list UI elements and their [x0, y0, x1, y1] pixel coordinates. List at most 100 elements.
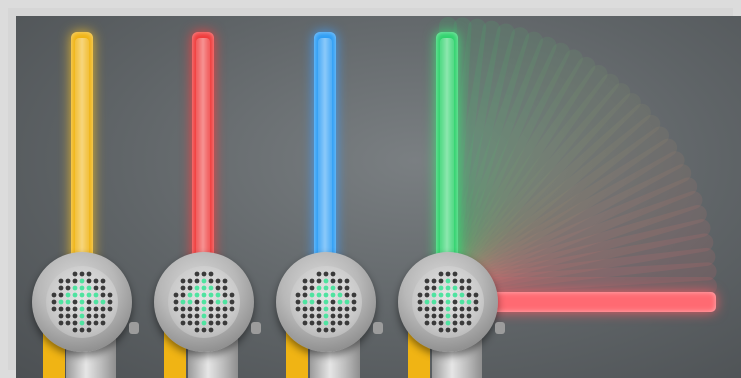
- arrow-dot-on: [323, 285, 329, 291]
- arrow-dot-on: [424, 299, 430, 305]
- arrow-dot-on: [208, 285, 214, 291]
- arrow-dot-on: [466, 299, 472, 305]
- arrow-dot-off: [86, 299, 92, 305]
- arrow-dot-off: [438, 271, 444, 277]
- arrow-dot-off: [65, 313, 71, 319]
- arrow-dot-on: [187, 292, 193, 298]
- arrow-dot-off: [330, 306, 336, 312]
- arrow-dot-on: [316, 292, 322, 298]
- arrow-dot-on: [431, 299, 437, 305]
- arrow-dot-on: [65, 299, 71, 305]
- arrow-dot-off: [302, 285, 308, 291]
- arrow-dot-off: [58, 306, 64, 312]
- arrow-dot-off: [445, 271, 451, 277]
- arrow-dot-off: [302, 278, 308, 284]
- arrow-dot-off: [222, 313, 228, 319]
- arrow-dot-on: [79, 306, 85, 312]
- arrow-dot-off: [452, 313, 458, 319]
- arrow-dot-on: [445, 299, 451, 305]
- arrow-dot-off: [107, 292, 113, 298]
- arrow-dot-on: [323, 299, 329, 305]
- arrow-dot-off: [51, 306, 57, 312]
- arrow-dot-on: [208, 292, 214, 298]
- arrow-dot-off: [438, 327, 444, 333]
- arrow-dot-on: [323, 320, 329, 326]
- arrow-dot-off: [93, 320, 99, 326]
- arrow-dot-off: [344, 306, 350, 312]
- arrow-dot-off: [330, 320, 336, 326]
- arrow-dot-off: [93, 278, 99, 284]
- arrow-dot-on: [323, 306, 329, 312]
- arrow-dot-on: [201, 320, 207, 326]
- arrow-dot-off: [72, 278, 78, 284]
- arrow-dot-off: [309, 278, 315, 284]
- arrow-dot-off: [351, 292, 357, 298]
- arrow-dot-off: [309, 320, 315, 326]
- arrow-dot-off: [344, 278, 350, 284]
- arrow-dot-off: [65, 320, 71, 326]
- arrow-dot-off: [86, 320, 92, 326]
- arrow-dot-on: [445, 313, 451, 319]
- arrow-dot-off: [316, 278, 322, 284]
- arrow-dot-off: [107, 299, 113, 305]
- arrow-dot-off: [173, 299, 179, 305]
- arrow-dot-on: [337, 299, 343, 305]
- joystick-knob-blue[interactable]: [276, 252, 376, 352]
- arrow-dot-on: [79, 278, 85, 284]
- knob-nub: [129, 322, 139, 334]
- arrow-dot-off: [309, 306, 315, 312]
- arrow-dot-on: [459, 299, 465, 305]
- arrow-dot-off: [222, 320, 228, 326]
- arrow-dot-off: [208, 327, 214, 333]
- arrow-dot-off: [215, 320, 221, 326]
- arrow-dot-off: [107, 306, 113, 312]
- arrow-dot-off: [459, 278, 465, 284]
- arrow-dot-off: [180, 313, 186, 319]
- arrow-dot-off: [222, 306, 228, 312]
- yellow-bar[interactable]: [71, 32, 93, 266]
- arrow-dot-off: [86, 278, 92, 284]
- arrow-dot-off: [337, 320, 343, 326]
- joystick-knob-red[interactable]: [154, 252, 254, 352]
- arrow-dot-off: [93, 306, 99, 312]
- arrow-dot-off: [86, 313, 92, 319]
- arrow-dot-off: [222, 285, 228, 291]
- arrow-dot-on: [86, 292, 92, 298]
- arrow-dot-off: [309, 285, 315, 291]
- red-bar[interactable]: [192, 32, 214, 266]
- arrow-dot-off: [208, 271, 214, 277]
- arrow-dot-off: [187, 320, 193, 326]
- rotated-red-bar[interactable]: [484, 292, 716, 312]
- blue-bar[interactable]: [314, 32, 336, 266]
- green-bar[interactable]: [436, 32, 458, 266]
- arrow-dot-on: [309, 299, 315, 305]
- arrow-dot-on: [93, 299, 99, 305]
- arrow-dot-off: [452, 299, 458, 305]
- arrow-dot-on: [445, 292, 451, 298]
- arrow-dot-off: [194, 306, 200, 312]
- arrow-up-dot-icon: [417, 271, 479, 333]
- joystick-knob-yellow[interactable]: [32, 252, 132, 352]
- arrow-dot-off: [323, 327, 329, 333]
- arrow-dot-off: [330, 327, 336, 333]
- arrow-dot-off: [351, 299, 357, 305]
- arrow-dot-off: [222, 292, 228, 298]
- arrow-dot-off: [344, 320, 350, 326]
- arrow-dot-off: [51, 299, 57, 305]
- arrow-dot-off: [337, 306, 343, 312]
- arrow-dot-off: [72, 306, 78, 312]
- arrow-dot-off: [180, 292, 186, 298]
- arrow-dot-off: [100, 278, 106, 284]
- arrow-dot-on: [187, 299, 193, 305]
- arrow-dot-on: [445, 320, 451, 326]
- arrow-dot-off: [330, 299, 336, 305]
- arrow-dot-on: [201, 278, 207, 284]
- joystick-knob-green[interactable]: [398, 252, 498, 352]
- arrow-dot-off: [351, 306, 357, 312]
- arrow-dot-off: [187, 278, 193, 284]
- arrow-dot-off: [473, 306, 479, 312]
- arrow-dot-off: [323, 271, 329, 277]
- arrow-dot-off: [302, 306, 308, 312]
- arrow-dot-off: [452, 327, 458, 333]
- arrow-dot-off: [431, 306, 437, 312]
